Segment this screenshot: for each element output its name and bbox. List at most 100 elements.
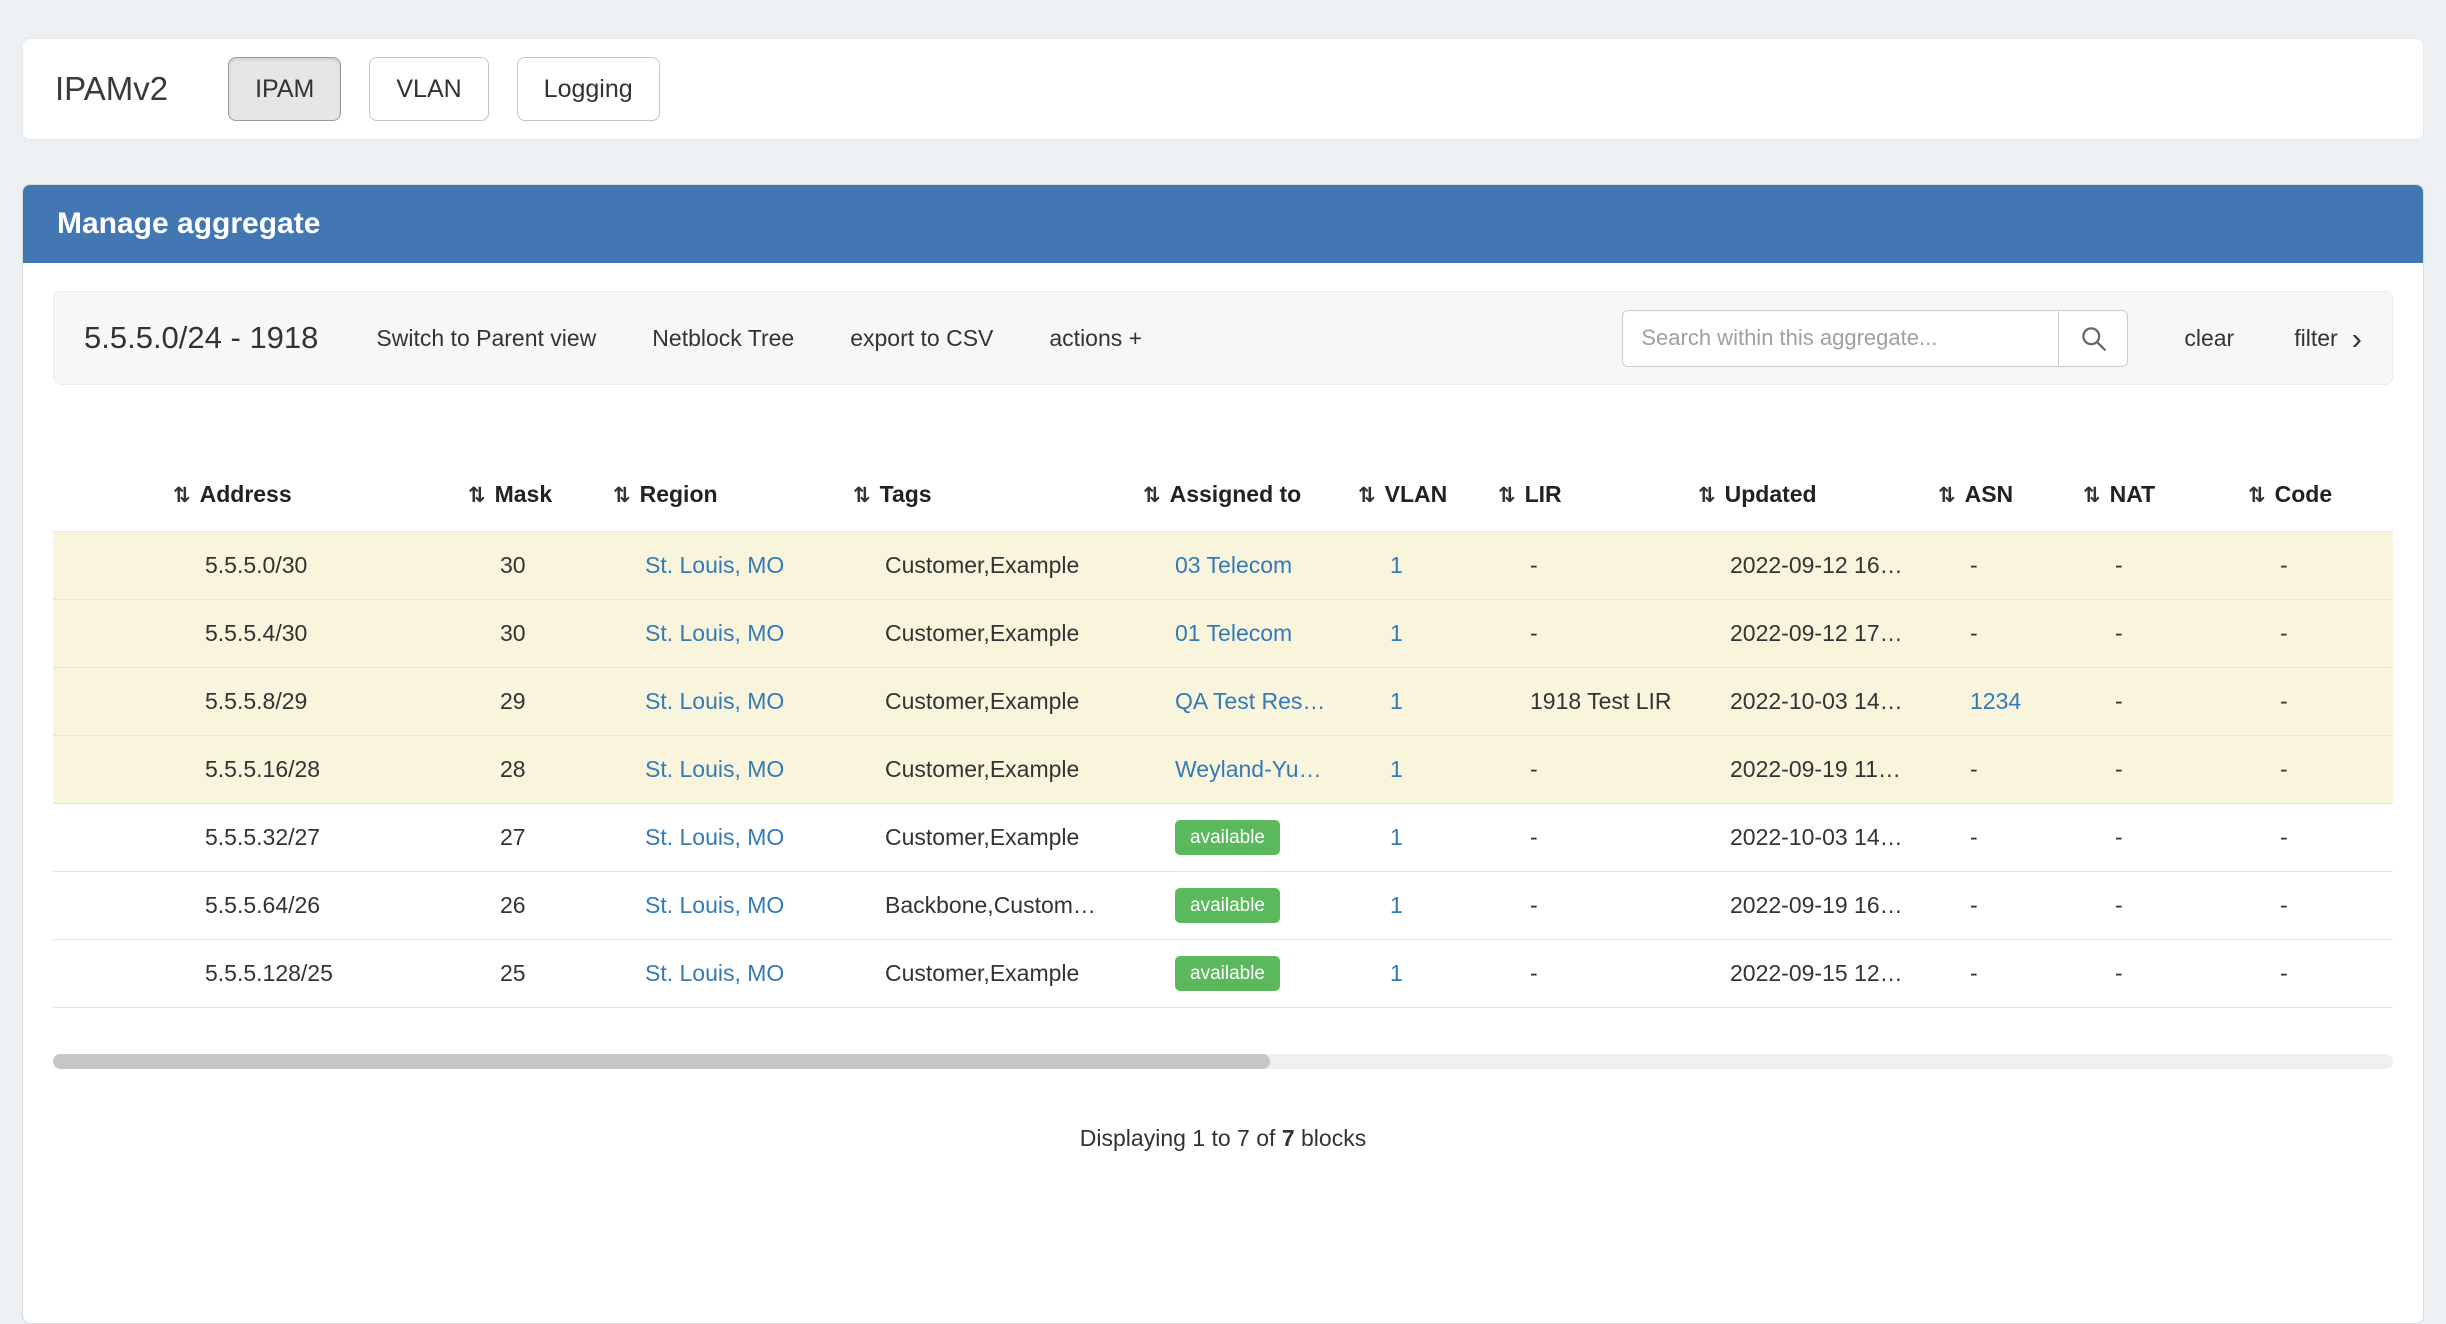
cell-link-vlan[interactable]: 1 (1390, 756, 1403, 782)
cell-link-assigned[interactable]: 01 Telecom (1175, 620, 1292, 646)
row-spacer (53, 531, 163, 599)
cell-code: - (2238, 667, 2388, 735)
row-spacer (53, 803, 163, 871)
cell-extra (2388, 531, 2393, 599)
cell-nat: - (2073, 871, 2238, 939)
column-header-code[interactable]: ⇅Code (2238, 469, 2388, 531)
cell-asn: 1234 (1928, 667, 2073, 735)
cell-address: 5.5.5.0/30 (163, 531, 458, 599)
cell-link-vlan[interactable]: 1 (1390, 552, 1403, 578)
export-to-csv-link[interactable]: export to CSV (850, 325, 993, 352)
search-button[interactable] (2058, 310, 2128, 367)
cell-asn: - (1928, 735, 2073, 803)
cell-link-vlan[interactable]: 1 (1390, 824, 1403, 850)
available-badge[interactable]: available (1175, 888, 1280, 923)
cell-nat: - (2073, 667, 2238, 735)
cell-lir: - (1488, 803, 1688, 871)
cell-link-vlan[interactable]: 1 (1390, 620, 1403, 646)
filter-button[interactable]: filter › (2294, 323, 2362, 354)
panel-body: 5.5.5.0/24 - 1918 Switch to Parent viewN… (23, 263, 2423, 1180)
cell-link-assigned[interactable]: QA Test Res… (1175, 688, 1325, 714)
cell-lir: - (1488, 939, 1688, 1007)
cell-assigned: QA Test Res… (1133, 667, 1348, 735)
cell-link-region[interactable]: St. Louis, MO (645, 688, 784, 714)
cell-link-region[interactable]: St. Louis, MO (645, 756, 784, 782)
cell-link-region[interactable]: St. Louis, MO (645, 620, 784, 646)
cell-link-region[interactable]: St. Louis, MO (645, 892, 784, 918)
column-header-extra[interactable]: ⇅ (2388, 469, 2393, 531)
tab-ipam[interactable]: IPAM (228, 57, 341, 121)
cell-link-vlan[interactable]: 1 (1390, 960, 1403, 986)
switch-to-parent-view-link[interactable]: Switch to Parent view (376, 325, 596, 352)
column-header-vlan[interactable]: ⇅VLAN (1348, 469, 1488, 531)
cell-assigned: available (1133, 803, 1348, 871)
actions-menu[interactable]: actions + (1049, 325, 1142, 352)
horizontal-scrollbar[interactable] (53, 1054, 2393, 1069)
cell-mask: 30 (458, 531, 603, 599)
netblock-table: ⇅Address⇅Mask⇅Region⇅Tags⇅Assigned to⇅VL… (53, 469, 2393, 1008)
cell-tags: Customer,Example (843, 939, 1133, 1007)
cell-region: St. Louis, MO (603, 667, 843, 735)
cell-tags: Customer,Example (843, 599, 1133, 667)
scrollbar-thumb[interactable] (53, 1054, 1270, 1069)
cell-region: St. Louis, MO (603, 803, 843, 871)
column-header-nat[interactable]: ⇅NAT (2073, 469, 2238, 531)
cell-address: 5.5.5.32/27 (163, 803, 458, 871)
cell-code: - (2238, 531, 2388, 599)
column-header-address[interactable]: ⇅Address (163, 469, 458, 531)
cell-link-region[interactable]: St. Louis, MO (645, 552, 784, 578)
tab-vlan[interactable]: VLAN (369, 57, 488, 121)
cell-link-assigned[interactable]: 03 Telecom (1175, 552, 1292, 578)
netblock-tree-link[interactable]: Netblock Tree (652, 325, 794, 352)
cell-mask: 26 (458, 871, 603, 939)
column-label: Updated (1725, 481, 1817, 507)
table-row: 5.5.5.128/2525St. Louis, MOCustomer,Exam… (53, 939, 2393, 1007)
cell-vlan: 1 (1348, 871, 1488, 939)
row-spacer (53, 667, 163, 735)
available-badge[interactable]: available (1175, 956, 1280, 991)
cell-tags: Backbone,Custom… (843, 871, 1133, 939)
column-header-region[interactable]: ⇅Region (603, 469, 843, 531)
row-spacer (53, 735, 163, 803)
column-label: Code (2275, 481, 2333, 507)
cell-tags: Customer,Example (843, 735, 1133, 803)
column-header-lir[interactable]: ⇅LIR (1488, 469, 1688, 531)
clear-button[interactable]: clear (2184, 325, 2234, 352)
column-header-tags[interactable]: ⇅Tags (843, 469, 1133, 531)
cell-vlan: 1 (1348, 531, 1488, 599)
cell-link-asn[interactable]: 1234 (1970, 688, 2021, 714)
sort-icon: ⇅ (1498, 484, 1516, 507)
cell-assigned: 01 Telecom (1133, 599, 1348, 667)
cell-vlan: 1 (1348, 599, 1488, 667)
available-badge[interactable]: available (1175, 820, 1280, 855)
cell-link-vlan[interactable]: 1 (1390, 892, 1403, 918)
cell-extra (2388, 871, 2393, 939)
cell-region: St. Louis, MO (603, 531, 843, 599)
cell-asn: - (1928, 599, 2073, 667)
cell-link-region[interactable]: St. Louis, MO (645, 824, 784, 850)
cell-code: - (2238, 871, 2388, 939)
column-header-updated[interactable]: ⇅Updated (1688, 469, 1928, 531)
top-navbar: IPAMv2 IPAMVLANLogging (22, 38, 2424, 140)
cell-link-assigned[interactable]: Weyland-Yu… (1175, 756, 1322, 782)
cell-address: 5.5.5.128/25 (163, 939, 458, 1007)
cell-code: - (2238, 599, 2388, 667)
filter-label: filter (2294, 325, 2337, 352)
cell-lir: - (1488, 735, 1688, 803)
cell-link-vlan[interactable]: 1 (1390, 688, 1403, 714)
cell-tags: Customer,Example (843, 531, 1133, 599)
column-header-asn[interactable]: ⇅ASN (1928, 469, 2073, 531)
tab-logging[interactable]: Logging (517, 57, 660, 121)
search-icon (2080, 325, 2107, 352)
column-header-mask[interactable]: ⇅Mask (458, 469, 603, 531)
cell-mask: 27 (458, 803, 603, 871)
column-header-assigned[interactable]: ⇅Assigned to (1133, 469, 1348, 531)
cell-extra (2388, 803, 2393, 871)
table-row: 5.5.5.64/2626 St. Louis, MO Backbone,Custo… (53, 871, 2393, 939)
cell-lir: 1918 Test LIR (1488, 667, 1688, 735)
cell-link-region[interactable]: St. Louis, MO (645, 960, 784, 986)
chevron-right-icon: › (2352, 323, 2362, 354)
cell-code: - (2238, 939, 2388, 1007)
cell-address: 5.5.5.64/26 (163, 871, 458, 939)
search-input[interactable] (1622, 310, 2059, 367)
